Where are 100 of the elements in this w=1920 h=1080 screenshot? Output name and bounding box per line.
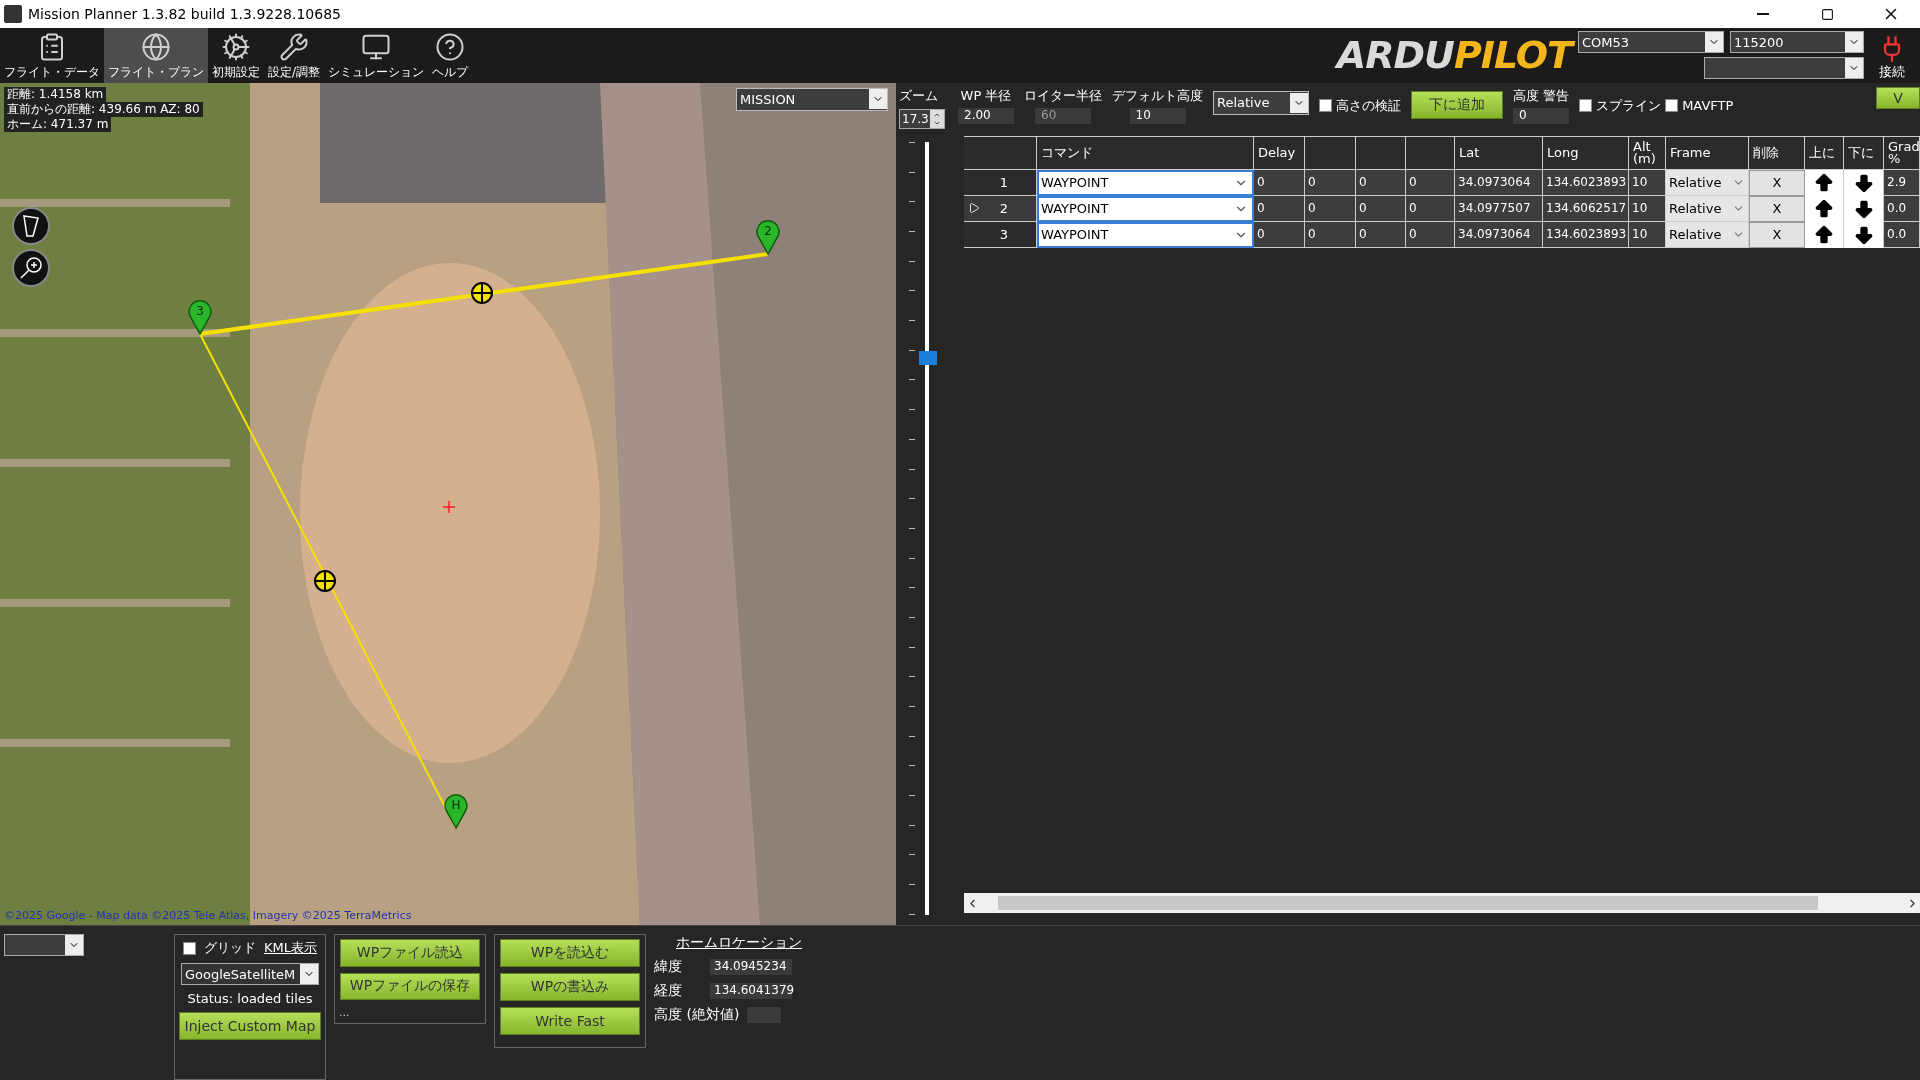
kml-link[interactable]: KML表示 [264,939,317,957]
menu-tab[interactable]: フライト・データ [0,28,104,83]
checkbox[interactable] [1665,99,1679,113]
horizontal-scrollbar[interactable] [964,893,1920,913]
delete-button[interactable]: X [1749,169,1805,196]
home-field[interactable]: 34.0945234 [710,959,792,975]
alt-warn-field[interactable]: 0 [1513,107,1570,124]
checkbox-label: 高さの検証 [1336,96,1401,115]
command-dropdown[interactable]: WAYPOINT [1037,195,1254,222]
add-below-button[interactable]: 下に追加 [1411,90,1503,119]
logo: ARDUPILOT [1336,28,1578,83]
port-dropdown[interactable]: COM53 [1578,31,1724,53]
checkbox[interactable] [1579,99,1593,113]
column-header: Alt (m) [1629,136,1666,170]
table-cell[interactable]: 0 [1406,221,1455,248]
inject-map-button[interactable]: Inject Custom Map [179,1012,321,1040]
table-cell[interactable]: 10 [1629,169,1666,196]
menu-tab[interactable]: 初期設定 [208,28,264,83]
field-label: 緯度 [654,958,683,976]
wp-action-button[interactable]: WPの書込み [500,973,640,1001]
table-cell[interactable]: 0 [1305,169,1356,196]
wp-file-button[interactable]: WPファイル読込 [340,939,480,967]
checkbox[interactable] [183,941,196,955]
table-cell[interactable]: 0 [1406,195,1455,222]
connect-button[interactable]: 接続 [1864,28,1920,83]
table-cell[interactable]: 0 [1254,221,1305,248]
column-header: Delay [1254,136,1305,170]
waypoint-marker[interactable]: H [444,793,468,829]
move-up-button[interactable] [1805,169,1844,196]
table-cell[interactable]: 0 [1254,169,1305,196]
table-cell[interactable]: 134.6023893 [1543,221,1629,248]
table-cell[interactable]: 34.0977507 [1455,195,1543,222]
column-header: Frame [1666,136,1749,170]
move-down-button[interactable] [1844,169,1884,196]
slider-thumb[interactable] [919,351,937,366]
table-cell[interactable]: 34.0973064 [1455,169,1543,196]
table-cell[interactable]: 34.0973064 [1455,221,1543,248]
menu-tab[interactable]: 設定/調整 [264,28,325,83]
table-cell[interactable]: 0 [1254,195,1305,222]
row-header[interactable]: 2 [964,195,1037,222]
field-label: 経度 [654,982,683,1000]
map-provider-dropdown[interactable]: GoogleSatelliteM [181,963,319,985]
table-cell[interactable]: 0 [1356,221,1406,248]
field-label: 高度 (絶対値) [654,1006,740,1024]
table-cell[interactable]: 10 [1629,221,1666,248]
link-dropdown[interactable] [1704,57,1864,79]
home-location-link[interactable]: ホームロケーション [676,934,802,952]
table-cell[interactable]: 0 [1305,195,1356,222]
menu-tab[interactable]: フライト・プラン [104,28,208,83]
polygon-icon [22,213,40,238]
menu-tab[interactable]: ヘルプ [428,28,473,83]
table-cell[interactable]: 0 [1406,169,1455,196]
table-cell[interactable]: 0.0 [1884,221,1920,248]
delete-button[interactable]: X [1749,195,1805,222]
table-cell[interactable]: 2.9 [1884,169,1920,196]
up-arrow-icon [1813,171,1835,194]
table-cell[interactable]: 0 [1356,169,1406,196]
default-alt-field[interactable]: 10 [1129,107,1186,124]
v-button[interactable]: V [1876,86,1920,109]
delete-button[interactable]: X [1749,221,1805,248]
table-cell[interactable]: 10 [1629,195,1666,222]
map-mode-dropdown[interactable]: MISSION [736,87,888,111]
move-up-button[interactable] [1805,221,1844,248]
zoom-in-icon [18,254,44,281]
frame-cell-dropdown[interactable]: Relative [1666,221,1749,248]
map-tool-dropdown[interactable] [4,934,84,956]
column-header: コマンド [1037,136,1254,170]
row-header[interactable]: 3 [964,221,1037,248]
frame-cell-dropdown[interactable]: Relative [1666,195,1749,222]
table-cell[interactable]: 0 [1356,195,1406,222]
wp-action-button[interactable]: Write Fast [500,1007,640,1035]
wp-file-button[interactable]: WPファイルの保存 [340,972,480,1000]
field-label: デフォルト高度 [1112,86,1203,105]
table-cell[interactable]: 0 [1305,221,1356,248]
table-cell[interactable]: 134.6062517 [1543,195,1629,222]
zoom-spinner[interactable]: 17.3 [899,108,945,129]
scrollbar-thumb[interactable] [998,896,1818,910]
table-cell[interactable]: 134.6023893 [1543,169,1629,196]
table-cell[interactable]: 0.0 [1884,195,1920,222]
minimize-icon [1757,13,1769,15]
globe-icon [141,31,171,62]
waypoint-marker[interactable]: 2 [756,219,780,255]
app-icon [4,5,22,23]
command-dropdown[interactable]: WAYPOINT [1037,169,1254,196]
field-label: WP 半径 [960,86,1012,105]
menu-tab[interactable]: シミュレーション [324,28,429,83]
checkbox[interactable] [1319,99,1332,113]
wp-radius-field[interactable]: 2.00 [958,107,1014,124]
baud-dropdown[interactable]: 115200 [1730,31,1864,53]
waypoint-marker[interactable]: 3 [188,299,212,335]
row-header[interactable]: 1 [964,169,1037,196]
up-arrow-icon [1813,223,1835,246]
home-field[interactable]: 134.6041379 [710,983,792,999]
frame-dropdown[interactable]: Relative [1213,90,1309,115]
field-label: 高度 警告 [1513,86,1570,105]
frame-cell-dropdown[interactable]: Relative [1666,169,1749,196]
wp-action-button[interactable]: WPを読込む [500,939,640,967]
column-header: Grad % [1884,136,1920,170]
command-dropdown[interactable]: WAYPOINT [1037,221,1254,248]
move-down-button[interactable] [1844,221,1884,248]
